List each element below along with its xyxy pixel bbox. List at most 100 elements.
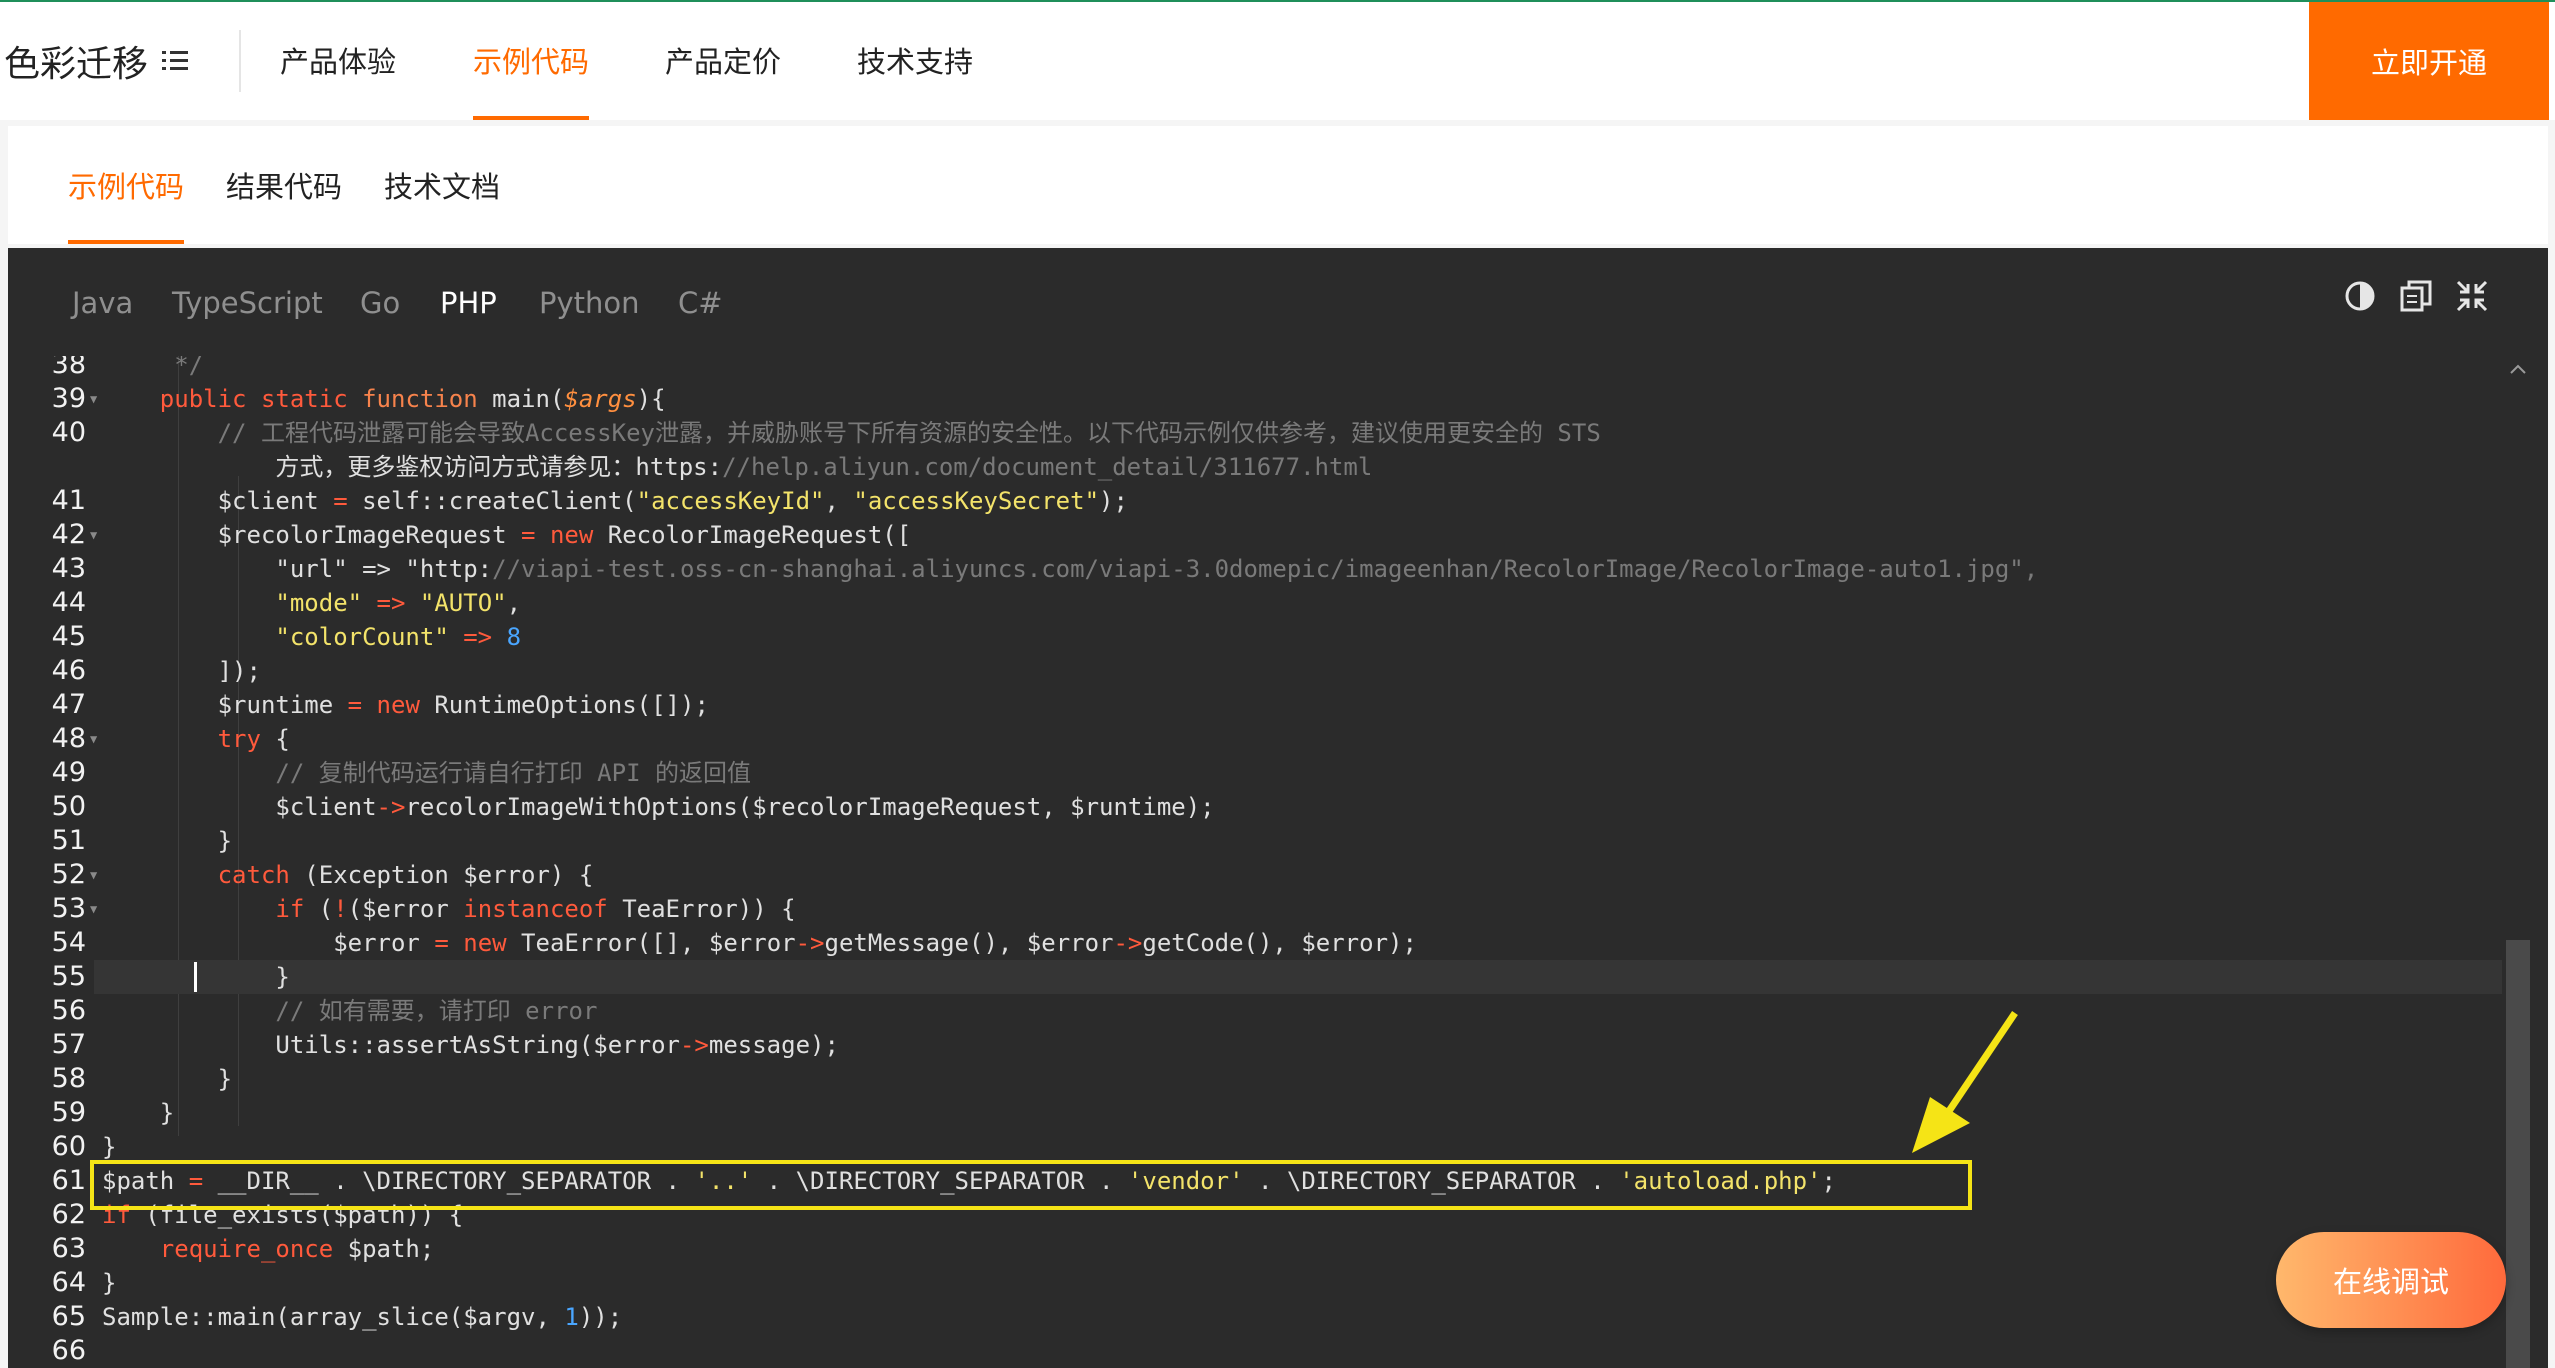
line-number: 57 bbox=[51, 1029, 86, 1060]
collapse-icon[interactable] bbox=[2454, 278, 2490, 314]
line-number: 38 bbox=[51, 356, 86, 380]
copy-icon[interactable] bbox=[2398, 278, 2434, 314]
lang-tab-php[interactable]: PHP bbox=[440, 286, 497, 320]
line-number: 59 bbox=[51, 1097, 86, 1128]
code-line: 50 $client->recolorImageWithOptions($rec… bbox=[8, 790, 2508, 824]
code-text: } bbox=[102, 1133, 117, 1161]
scroll-up-icon[interactable] bbox=[2508, 360, 2528, 380]
line-number: 39 bbox=[51, 383, 86, 414]
code-text: catch (Exception $error) { bbox=[217, 861, 594, 889]
code-text: public static function main($args){ bbox=[159, 385, 666, 413]
tab-tech-docs[interactable]: 技术文档 bbox=[384, 126, 500, 244]
code-text: } bbox=[102, 1065, 233, 1093]
lang-tab-go[interactable]: Go bbox=[360, 286, 400, 320]
code-text: "colorCount" => 8 bbox=[275, 623, 522, 651]
code-line: 40 // 工程代码泄露可能会导致AccessKey泄露，并威胁账号下所有资源的… bbox=[8, 416, 2508, 450]
code-line: 56 // 如有需要，请打印 error bbox=[8, 994, 2508, 1028]
list-menu-icon[interactable] bbox=[162, 49, 190, 73]
code-text: } bbox=[102, 827, 233, 855]
code-text: $client = self::createClient("accessKeyI… bbox=[102, 487, 1128, 515]
code-line: 48 ▼ try { bbox=[8, 722, 2508, 756]
line-number: 41 bbox=[51, 485, 86, 516]
nav-pricing[interactable]: 产品定价 bbox=[665, 2, 781, 120]
line-number: 53 bbox=[51, 893, 86, 924]
code-line: 方式，更多鉴权访问方式请参见：https://help.aliyun.com/d… bbox=[8, 450, 2508, 484]
theme-toggle-icon[interactable] bbox=[2342, 278, 2378, 314]
annotation-arrow-icon bbox=[1912, 1011, 2018, 1153]
code-line: 58 } bbox=[8, 1062, 2508, 1096]
fold-arrow-icon[interactable]: ▼ bbox=[90, 892, 97, 926]
code-line: 53 ▼ if (!($error instanceof TeaError)) { bbox=[8, 892, 2508, 926]
line-number: 56 bbox=[51, 995, 86, 1026]
code-text: Sample::main(array_slice($argv, 1)); bbox=[102, 1303, 623, 1331]
text-cursor bbox=[194, 962, 197, 992]
code-line: 54 $error = new TeaError([], $error->get… bbox=[8, 926, 2508, 960]
annotation-highlight-box bbox=[90, 1160, 1972, 1210]
code-text: $recolorImageRequest = new RecolorImageR… bbox=[102, 521, 912, 549]
tab-sample-code[interactable]: 示例代码 bbox=[68, 126, 185, 244]
code-text: */ bbox=[102, 356, 204, 379]
fold-arrow-icon[interactable]: ▼ bbox=[90, 858, 97, 892]
code-text: // 如有需要，请打印 error bbox=[275, 997, 598, 1025]
fold-arrow-icon[interactable]: ▼ bbox=[90, 722, 97, 756]
code-text: $runtime = new RuntimeOptions([]); bbox=[102, 691, 709, 719]
brand-name: 色彩迁移 bbox=[4, 44, 149, 85]
code-line: 55 } bbox=[8, 960, 2508, 994]
lang-tab-java[interactable]: Java bbox=[72, 286, 133, 320]
code-text: "mode" => "AUTO", bbox=[275, 589, 522, 617]
code-text: // 工程代码泄露可能会导致AccessKey泄露，并威胁账号下所有资源的安全性… bbox=[217, 419, 1601, 447]
line-number: 55 bbox=[51, 961, 86, 992]
language-tabs: Java TypeScript Go PHP Python C# bbox=[8, 248, 2548, 356]
code-line: 65 Sample::main(array_slice($argv, 1)); bbox=[8, 1300, 2508, 1334]
code-line: 57 Utils::assertAsString($error->message… bbox=[8, 1028, 2508, 1062]
code-text: "url" => "http://viapi-test.oss-cn-shang… bbox=[102, 555, 2039, 583]
lang-tab-python[interactable]: Python bbox=[539, 286, 640, 320]
fold-arrow-icon[interactable]: ▼ bbox=[90, 382, 97, 416]
code-line: 64} bbox=[8, 1266, 2508, 1300]
code-line: 60} bbox=[8, 1130, 2508, 1164]
code-line: 44 "mode" => "AUTO", bbox=[8, 586, 2508, 620]
line-number: 60 bbox=[51, 1131, 86, 1162]
code-line: 41 $client = self::createClient("accessK… bbox=[8, 484, 2508, 518]
fold-arrow-icon[interactable]: ▼ bbox=[90, 518, 97, 552]
code-line: 66 bbox=[8, 1334, 2508, 1368]
code-text: // 复制代码运行请自行打印 API 的返回值 bbox=[275, 759, 751, 787]
line-number: 66 bbox=[51, 1335, 86, 1366]
sub-tab-bar: 示例代码 结果代码 技术文档 bbox=[8, 126, 2548, 244]
code-line: 52 ▼ catch (Exception $error) { bbox=[8, 858, 2508, 892]
code-editor[interactable]: 38 */39 ▼ public static function main($ar… bbox=[8, 356, 2548, 1368]
line-number: 64 bbox=[51, 1267, 86, 1298]
scrollbar-thumb[interactable] bbox=[2506, 940, 2530, 1368]
code-text: } bbox=[102, 1269, 117, 1297]
line-number: 43 bbox=[51, 553, 86, 584]
online-debug-button[interactable]: 在线调试 bbox=[2276, 1232, 2506, 1328]
line-number: 50 bbox=[51, 791, 86, 822]
line-number: 54 bbox=[51, 927, 86, 958]
lang-tab-typescript[interactable]: TypeScript bbox=[172, 286, 323, 320]
line-number: 65 bbox=[51, 1301, 86, 1332]
code-text: $client->recolorImageWithOptions($recolo… bbox=[102, 793, 1215, 821]
code-line: 59 } bbox=[8, 1096, 2508, 1130]
line-number: 40 bbox=[51, 417, 86, 448]
header-divider bbox=[239, 30, 241, 92]
line-number: 62 bbox=[51, 1199, 86, 1230]
code-text: Utils::assertAsString($error->message); bbox=[102, 1031, 839, 1059]
code-line: 63 require_once $path; bbox=[8, 1232, 2508, 1266]
code-text: if (!($error instanceof TeaError)) { bbox=[275, 895, 796, 923]
line-number: 51 bbox=[51, 825, 86, 856]
tab-result-code[interactable]: 结果代码 bbox=[226, 126, 342, 244]
line-number: 47 bbox=[51, 689, 86, 720]
code-text: try { bbox=[217, 725, 290, 753]
nav-product-experience[interactable]: 产品体验 bbox=[280, 2, 396, 120]
line-number: 46 bbox=[51, 655, 86, 686]
code-line: 43 "url" => "http://viapi-test.oss-cn-sh… bbox=[8, 552, 2508, 586]
lang-tab-csharp[interactable]: C# bbox=[678, 286, 723, 320]
nav-tech-support[interactable]: 技术支持 bbox=[857, 2, 973, 120]
activate-now-button[interactable]: 立即开通 bbox=[2309, 2, 2549, 120]
code-text: require_once $path; bbox=[159, 1235, 435, 1263]
brand[interactable]: 色彩迁移 bbox=[4, 2, 190, 120]
line-number: 45 bbox=[51, 621, 86, 652]
line-number: 61 bbox=[51, 1165, 86, 1196]
code-text: ]); bbox=[102, 657, 261, 685]
nav-sample-code[interactable]: 示例代码 bbox=[473, 2, 590, 120]
